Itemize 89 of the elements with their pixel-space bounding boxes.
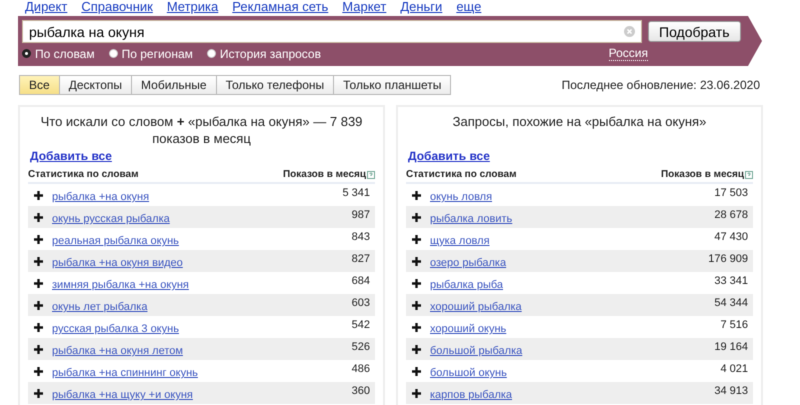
phrase-link[interactable]: рыбалка +на щуку +и окуня — [52, 389, 193, 401]
column-header: Показов в месяц — [282, 169, 366, 180]
phrase-link[interactable]: хороший рыбалка — [430, 301, 522, 313]
help-icon[interactable] — [367, 170, 375, 178]
nav-link[interactable]: Директ — [25, 0, 68, 13]
count-cell: 542 — [352, 319, 370, 331]
phrase-link[interactable]: окунь лет рыбалка — [52, 301, 148, 313]
plus-icon[interactable] — [34, 322, 43, 332]
count-cell: 603 — [352, 297, 370, 309]
phrase-link[interactable]: реальная рыбалка окунь — [52, 235, 179, 247]
plus-icon[interactable] — [34, 234, 43, 244]
count-cell: 360 — [352, 385, 370, 397]
count-cell: 827 — [352, 253, 370, 265]
phrase-link[interactable]: рыбалка ловить — [430, 213, 512, 225]
plus-icon[interactable] — [412, 234, 421, 244]
nav-link[interactable]: еще — [456, 0, 482, 13]
phrase-link[interactable]: хороший окунь — [430, 323, 506, 335]
count-cell: 47 430 — [714, 231, 748, 243]
plus-icon[interactable] — [34, 344, 43, 354]
phrase-link[interactable]: окунь русская рыбалка — [52, 213, 170, 225]
plus-icon[interactable] — [34, 190, 43, 200]
plus-icon[interactable] — [412, 322, 421, 332]
plus-icon[interactable] — [412, 278, 421, 288]
panel-title: Что искали со словом + «рыбалка на окуня» — 7 839 показов в месяц — [40, 113, 364, 147]
plus-icon[interactable] — [412, 366, 421, 376]
count-cell: 54 344 — [714, 297, 748, 309]
add-all-link[interactable]: Добавить все — [408, 149, 490, 163]
device-tab[interactable]: Десктопы — [58, 75, 132, 95]
count-cell: 843 — [352, 231, 370, 243]
nav-link[interactable]: Рекламная сеть — [232, 0, 328, 13]
phrase-link[interactable]: рыбалка рыба — [430, 279, 504, 291]
nav-link[interactable]: Деньги — [400, 0, 442, 13]
plus-icon[interactable] — [412, 300, 421, 310]
plus-icon[interactable] — [34, 212, 43, 222]
phrase-link[interactable]: зимняя рыбалка +на окуня — [52, 279, 189, 291]
search-mode-radio[interactable]: История запросов — [206, 46, 321, 60]
device-tab[interactable]: Мобильные — [131, 75, 217, 95]
search-field[interactable]: рыбалка на окуня — [22, 20, 642, 43]
panel-title: Запросы, похожие на «рыбалка на окуня» — [452, 113, 708, 131]
phrase-link[interactable]: щука ловля — [430, 235, 490, 247]
plus-icon[interactable] — [412, 190, 421, 200]
plus-icon[interactable] — [412, 344, 421, 354]
column-header: Статистика по словам — [28, 169, 138, 180]
phrase-link[interactable]: карпов рыбалка — [430, 389, 512, 401]
count-cell: 486 — [352, 363, 370, 375]
phrase-link[interactable]: рыбалка +на окуня — [52, 191, 150, 203]
device-tab[interactable]: Только планшеты — [333, 75, 452, 95]
phrase-link[interactable]: большой рыбалка — [430, 345, 522, 357]
add-all-link[interactable]: Добавить все — [30, 149, 112, 163]
phrase-link[interactable]: рыбалка +на спиннинг окунь — [52, 367, 198, 379]
help-icon[interactable] — [745, 170, 753, 178]
phrase-link[interactable]: русская рыбалка 3 окунь — [52, 323, 179, 335]
phrase-link[interactable]: озеро рыбалка — [430, 257, 506, 269]
column-header: Статистика по словам — [406, 169, 516, 180]
nav-link[interactable]: Метрика — [166, 0, 218, 13]
count-cell: 28 678 — [714, 209, 748, 221]
count-cell: 526 — [352, 341, 370, 353]
plus-icon[interactable] — [34, 388, 43, 398]
phrase-link[interactable]: рыбалка +на окуня летом — [52, 345, 183, 357]
column-header: Показов в месяц — [660, 169, 744, 180]
count-cell: 176 909 — [708, 253, 748, 265]
search-mode-radio[interactable]: По словам — [22, 46, 95, 60]
last-update-text: Последнее обновление: 23.06.2020 — [562, 78, 760, 92]
plus-icon[interactable] — [412, 256, 421, 266]
count-cell: 4 021 — [720, 363, 748, 375]
count-cell: 34 913 — [714, 385, 748, 397]
count-cell: 17 503 — [714, 187, 748, 199]
count-cell: 33 341 — [714, 275, 748, 287]
plus-icon[interactable] — [412, 388, 421, 398]
count-cell: 5 341 — [342, 187, 370, 199]
nav-link[interactable]: Маркет — [342, 0, 386, 13]
count-cell: 7 516 — [720, 319, 748, 331]
plus-icon[interactable] — [34, 278, 43, 288]
count-cell: 987 — [352, 209, 370, 221]
count-cell: 684 — [352, 275, 370, 287]
nav-link[interactable]: Справочник — [81, 0, 153, 13]
phrase-link[interactable]: окунь ловля — [430, 191, 492, 203]
plus-icon[interactable] — [34, 366, 43, 376]
device-tab[interactable]: Только телефоны — [216, 75, 334, 95]
plus-icon[interactable] — [412, 212, 421, 222]
region-link[interactable]: Россия — [608, 46, 648, 61]
phrase-link[interactable]: большой окунь — [430, 367, 507, 379]
plus-icon[interactable] — [34, 256, 43, 266]
count-cell: 19 164 — [714, 341, 748, 353]
search-mode-radio[interactable]: По регионам — [108, 46, 193, 60]
phrase-link[interactable]: рыбалка +на окуня видео — [52, 257, 183, 269]
search-button[interactable]: Подобрать — [648, 21, 740, 42]
plus-icon[interactable] — [34, 300, 43, 310]
device-tab[interactable]: Все — [19, 75, 60, 95]
